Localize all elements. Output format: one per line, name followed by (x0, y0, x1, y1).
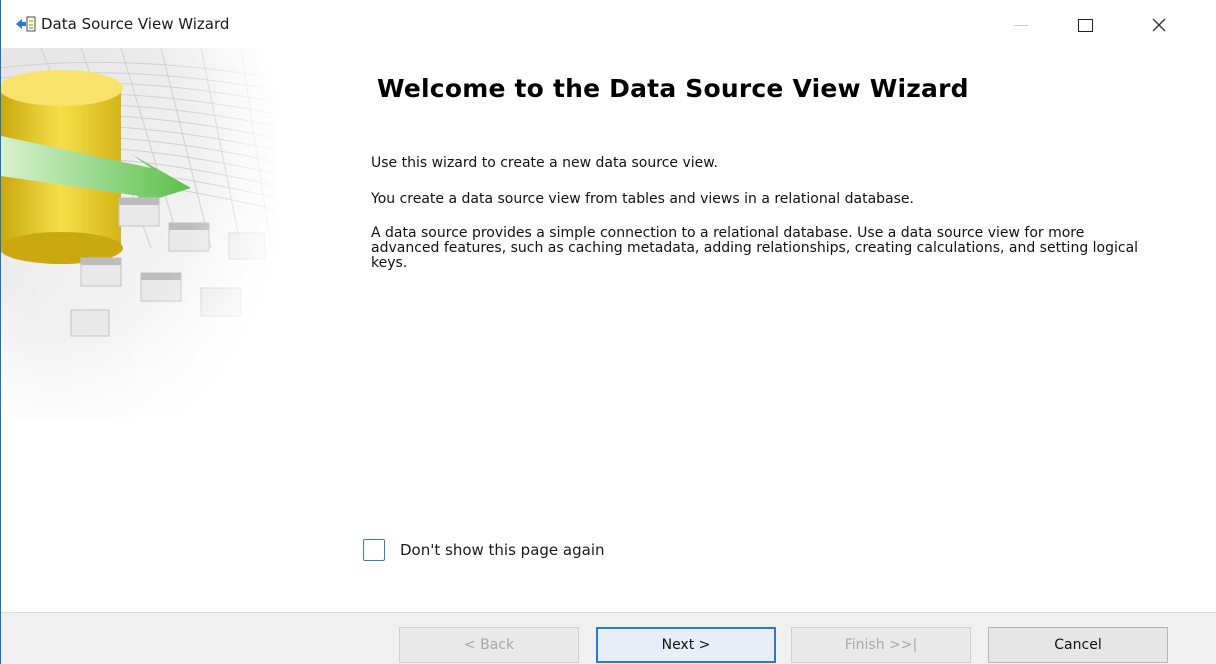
dont-show-again-row[interactable]: Don't show this page again (363, 538, 605, 562)
details-paragraph: A data source provides a simple connecti… (371, 225, 1139, 271)
next-button[interactable]: Next > (596, 627, 776, 663)
page-heading: Welcome to the Data Source View Wizard (377, 74, 969, 103)
back-button[interactable]: < Back (399, 627, 579, 663)
close-button[interactable] (1131, 8, 1187, 42)
minimize-icon (1014, 24, 1028, 26)
minimize-button[interactable] (993, 8, 1049, 42)
button-bar: < Back Next > Finish >>| Cancel (1, 612, 1216, 664)
wizard-side-illustration (1, 48, 276, 418)
wizard-window: Data Source View Wizard Welcome to the D… (0, 0, 1216, 664)
close-icon (1152, 18, 1166, 32)
dont-show-again-label[interactable]: Don't show this page again (400, 541, 605, 559)
maximize-button[interactable] (1057, 8, 1113, 42)
window-title: Data Source View Wizard (41, 15, 230, 33)
maximize-icon (1077, 18, 1093, 32)
description-paragraph: You create a data source view from table… (371, 191, 914, 207)
title-bar[interactable]: Data Source View Wizard (1, 0, 1216, 48)
dont-show-again-checkbox[interactable] (363, 539, 385, 561)
finish-button[interactable]: Finish >>| (791, 627, 971, 663)
cancel-button[interactable]: Cancel (988, 627, 1168, 663)
intro-paragraph: Use this wizard to create a new data sou… (371, 155, 718, 171)
wizard-app-icon (16, 16, 36, 32)
